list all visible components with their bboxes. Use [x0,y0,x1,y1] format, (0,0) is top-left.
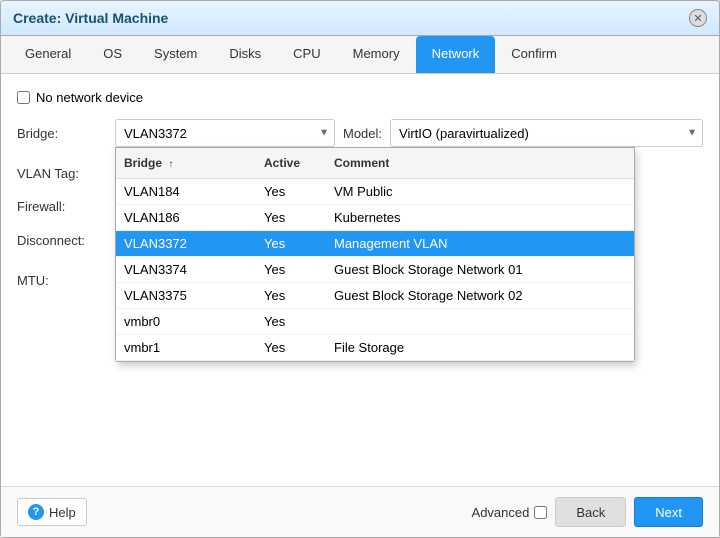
cell-comment: Management VLAN [326,236,634,251]
cell-bridge: VLAN3372 [116,236,256,251]
cell-bridge: VLAN3374 [116,262,256,277]
dropdown-header: Bridge ↑ Active Comment [116,148,634,179]
firewall-label: Firewall: [17,199,107,214]
bridge-dropdown-popup: Bridge ↑ Active Comment VLAN184 Yes VM P… [115,147,635,362]
vlan-label: VLAN Tag: [17,166,107,181]
bridge-row: Bridge: VLAN3372 ▼ Bridge ↑ Active Comme… [17,119,703,147]
cell-comment: VM Public [326,184,634,199]
dropdown-row[interactable]: vmbr0 Yes [116,309,634,335]
col-header-comment: Comment [326,152,634,174]
tab-network[interactable]: Network [416,36,496,73]
help-label: Help [49,505,76,520]
help-icon: ? [28,504,44,520]
advanced-row: Advanced [472,505,548,520]
disconnect-label: Disconnect: [17,233,107,248]
mtu-label: MTU: [17,273,107,288]
model-select-wrapper: VirtIO (paravirtualized) ▼ [390,119,703,147]
tab-bar: General OS System Disks CPU Memory Netwo… [1,36,719,74]
cell-active: Yes [256,262,326,277]
cell-active: Yes [256,184,326,199]
cell-active: Yes [256,288,326,303]
cell-comment: File Storage [326,340,634,355]
close-button[interactable]: ✕ [689,9,707,27]
col-header-active[interactable]: Active [256,152,326,174]
no-network-checkbox[interactable] [17,91,30,104]
cell-bridge: VLAN186 [116,210,256,225]
footer-left: ? Help [17,498,87,526]
dropdown-row[interactable]: VLAN186 Yes Kubernetes [116,205,634,231]
cell-comment: Guest Block Storage Network 02 [326,288,634,303]
create-vm-dialog: Create: Virtual Machine ✕ General OS Sys… [0,0,720,538]
dialog-title: Create: Virtual Machine [13,10,168,26]
model-select[interactable]: VirtIO (paravirtualized) [390,119,703,147]
help-button[interactable]: ? Help [17,498,87,526]
tab-disks[interactable]: Disks [213,36,277,73]
tab-memory[interactable]: Memory [337,36,416,73]
tab-cpu[interactable]: CPU [277,36,336,73]
dropdown-row[interactable]: VLAN184 Yes VM Public [116,179,634,205]
title-bar: Create: Virtual Machine ✕ [1,1,719,36]
advanced-label: Advanced [472,505,530,520]
dialog-footer: ? Help Advanced Back Next [1,486,719,537]
cell-active: Yes [256,236,326,251]
dropdown-row[interactable]: VLAN3375 Yes Guest Block Storage Network… [116,283,634,309]
cell-active: Yes [256,340,326,355]
no-network-label[interactable]: No network device [36,90,143,105]
col-header-bridge[interactable]: Bridge ↑ [116,152,256,174]
cell-bridge: vmbr0 [116,314,256,329]
cell-bridge: VLAN184 [116,184,256,199]
model-label: Model: [343,126,382,141]
cell-bridge: vmbr1 [116,340,256,355]
no-network-row: No network device [17,90,703,105]
sort-arrow: ↑ [168,159,173,170]
back-button[interactable]: Back [555,497,626,527]
cell-active: Yes [256,314,326,329]
tab-os[interactable]: OS [87,36,138,73]
bridge-select-wrapper: VLAN3372 ▼ Bridge ↑ Active Comment [115,119,335,147]
tab-confirm[interactable]: Confirm [495,36,573,73]
model-wrapper: Model: VirtIO (paravirtualized) ▼ [343,119,703,147]
main-content: No network device Bridge: VLAN3372 ▼ Bri… [1,74,719,486]
cell-active: Yes [256,210,326,225]
dropdown-row[interactable]: vmbr1 Yes File Storage [116,335,634,361]
cell-comment: Kubernetes [326,210,634,225]
tab-system[interactable]: System [138,36,213,73]
cell-bridge: VLAN3375 [116,288,256,303]
dropdown-row[interactable]: VLAN3374 Yes Guest Block Storage Network… [116,257,634,283]
dropdown-row[interactable]: VLAN3372 Yes Management VLAN [116,231,634,257]
bridge-select[interactable]: VLAN3372 [115,119,335,147]
next-button[interactable]: Next [634,497,703,527]
tab-general[interactable]: General [9,36,87,73]
bridge-label: Bridge: [17,126,107,141]
cell-comment: Guest Block Storage Network 01 [326,262,634,277]
advanced-checkbox[interactable] [534,506,547,519]
